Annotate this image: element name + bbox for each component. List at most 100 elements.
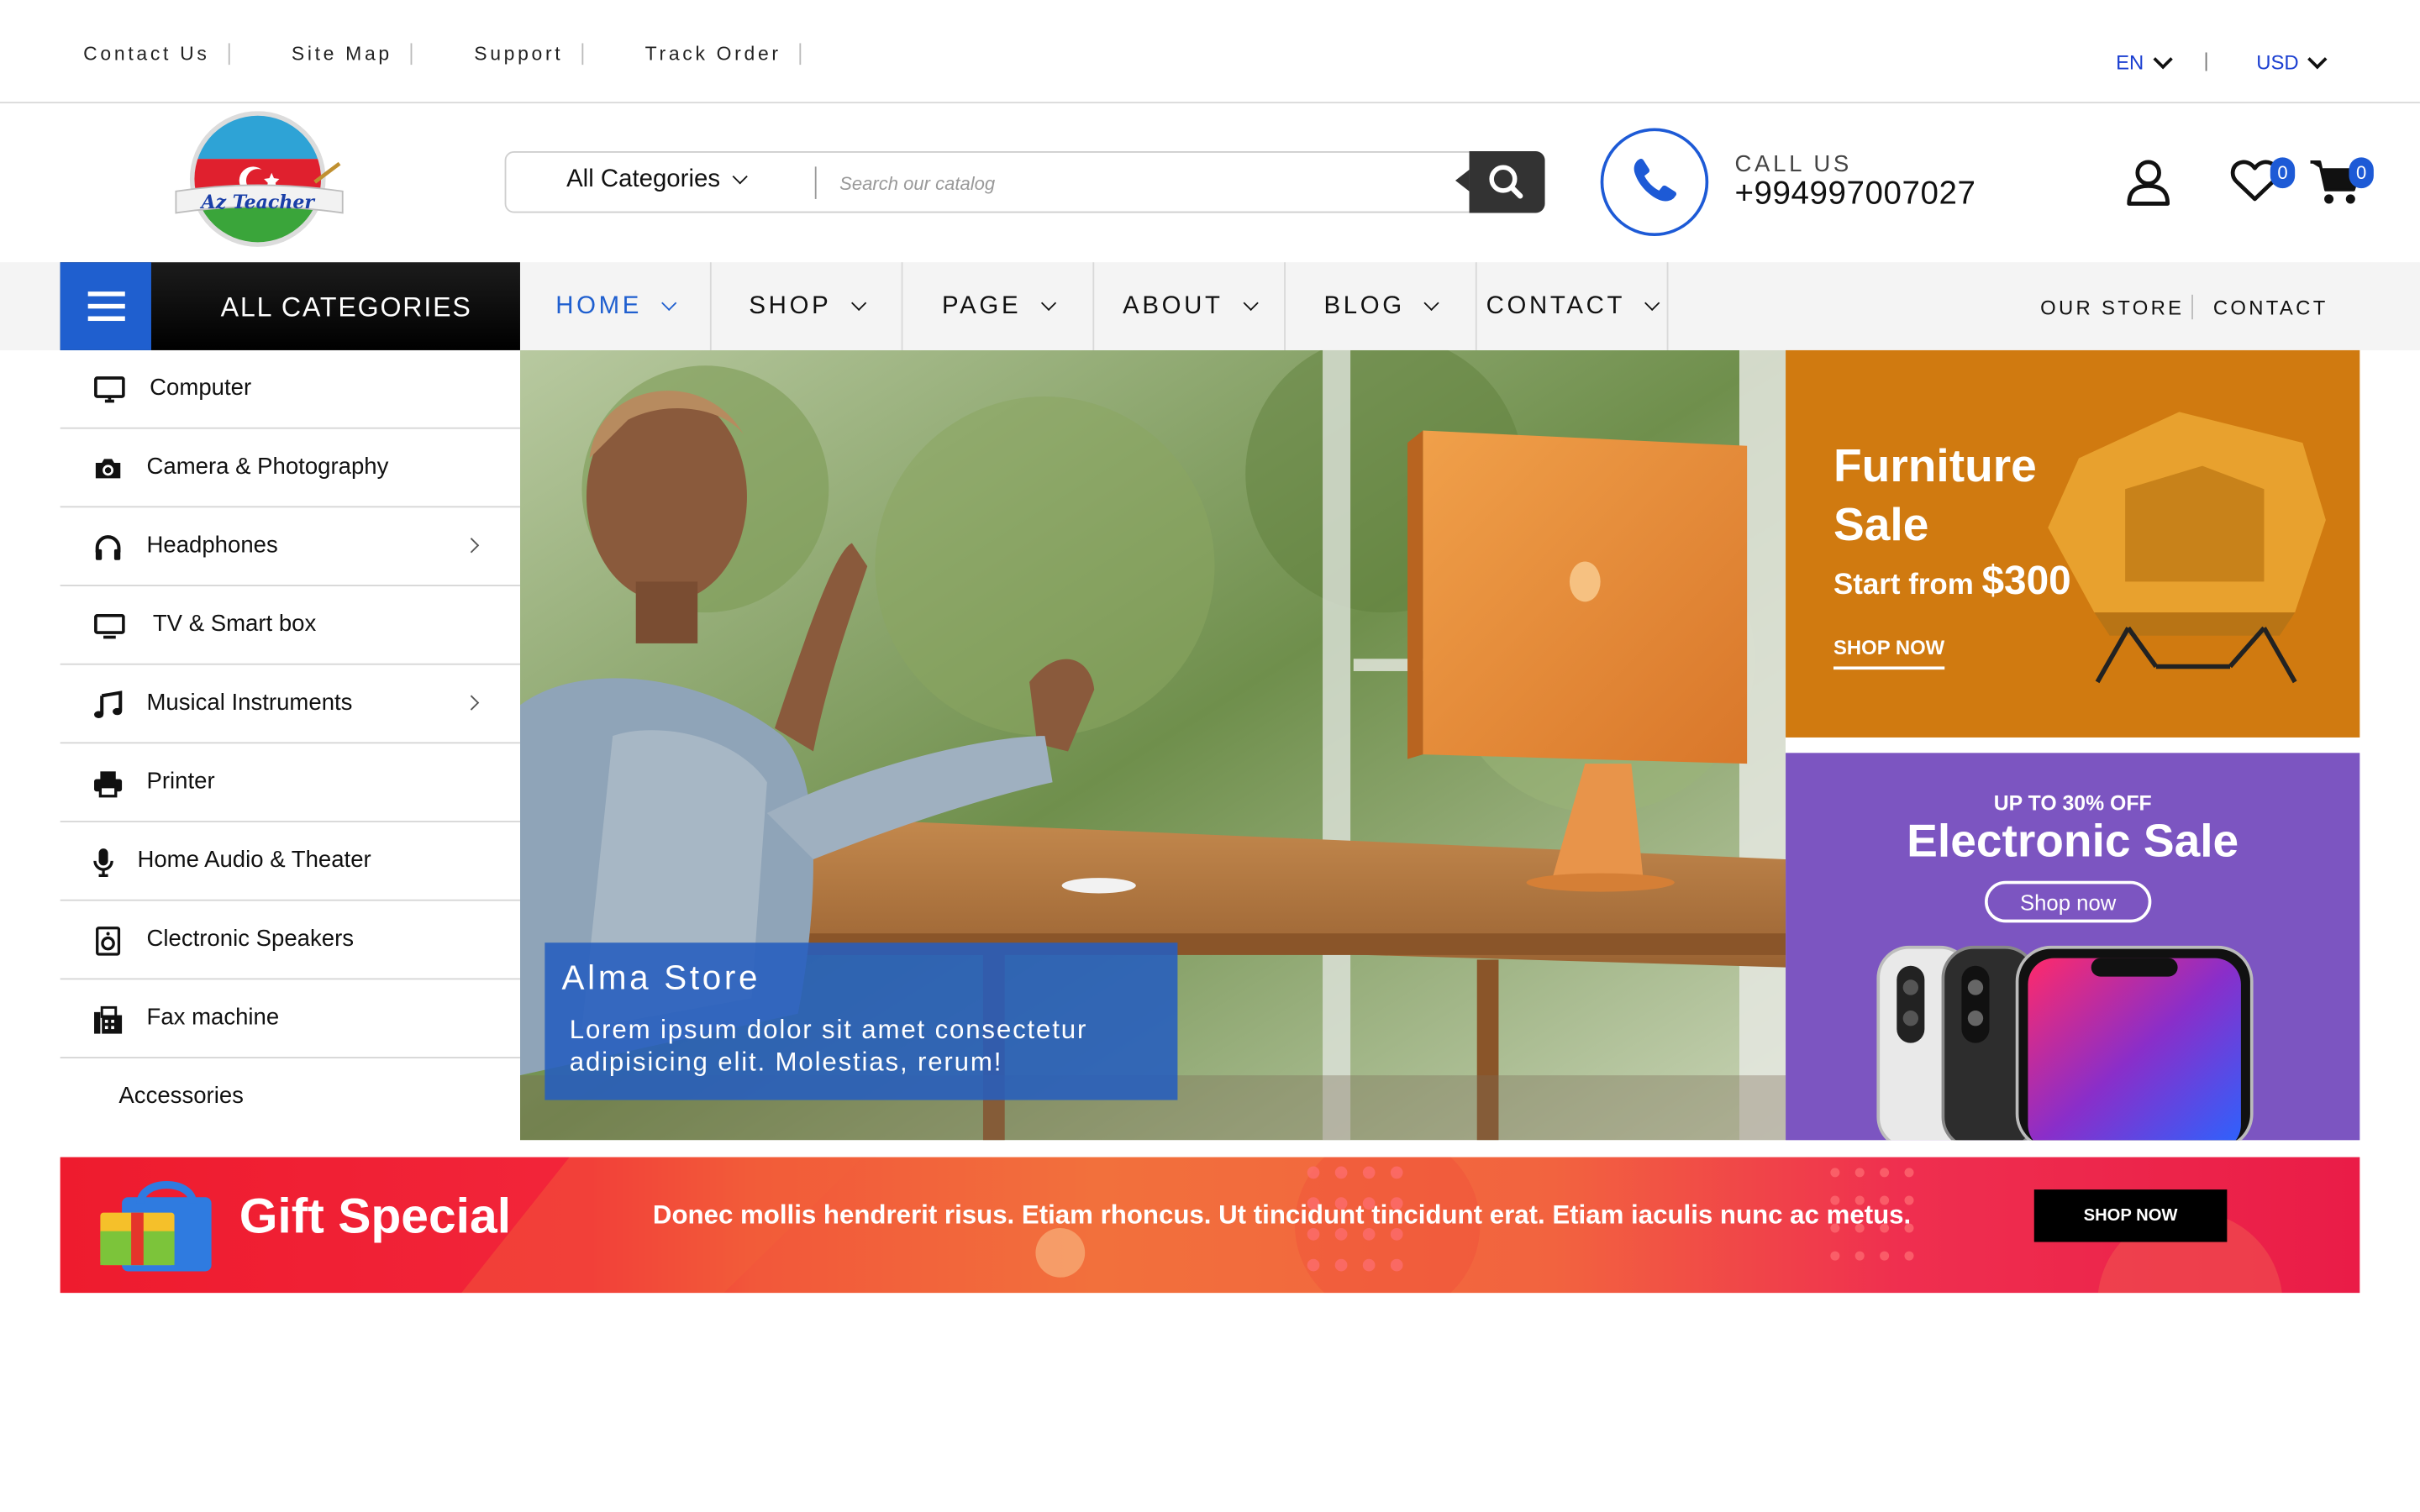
furniture-subtitle: Start from $300 — [1833, 557, 2071, 605]
all-categories-toggle[interactable]: ALL CATEGORIES — [60, 262, 520, 350]
electronic-kicker: UP TO 30% OFF — [1993, 791, 2152, 815]
electronic-shop-now-button[interactable]: Shop now — [1984, 880, 2152, 923]
hamburger-menu-icon — [60, 262, 151, 350]
category-item-camera[interactable]: Camera & Photography — [60, 429, 520, 508]
nav-item-about[interactable]: ABOUT — [1094, 262, 1286, 350]
site-map-link[interactable]: Site Map — [292, 43, 392, 65]
nav-item-page[interactable]: PAGE — [902, 262, 1095, 350]
category-item-accessories[interactable]: Accessories — [60, 1058, 520, 1137]
monitor-icon — [94, 376, 125, 403]
contact-link[interactable]: CONTACT — [2213, 297, 2328, 320]
chevron-right-icon — [464, 538, 480, 554]
nav-item-label: SHOP — [749, 292, 832, 319]
nav-item-blog[interactable]: BLOG — [1286, 262, 1477, 350]
category-label: Camera & Photography — [146, 453, 389, 480]
nav-item-label: BLOG — [1323, 292, 1405, 319]
category-item-computer[interactable]: Computer — [60, 350, 520, 429]
wishlist-button[interactable]: 0 — [2230, 157, 2296, 211]
all-categories-label: ALL CATEGORIES — [220, 291, 472, 323]
chevron-down-icon — [661, 294, 677, 311]
nav-item-label: HOME — [555, 292, 643, 319]
cart-count-badge: 0 — [2349, 157, 2374, 189]
nav-item-home[interactable]: HOME — [520, 262, 712, 350]
divider — [581, 43, 584, 66]
printer-icon — [94, 771, 123, 798]
category-label: Computer — [150, 375, 252, 402]
music-note-icon — [94, 690, 123, 718]
category-sidebar: Computer Camera & Photography Headphones… — [60, 350, 520, 1137]
contact-us-link[interactable]: Contact Us — [83, 43, 209, 65]
category-label: Musical Instruments — [146, 690, 353, 717]
hero-title: Alma Store — [561, 958, 761, 997]
logo-graphic: Az Teacher — [175, 111, 344, 247]
our-store-link[interactable]: OUR STORE — [2040, 297, 2184, 320]
cart-button[interactable]: 0 — [2309, 157, 2374, 214]
category-item-tv[interactable]: TV & Smart box — [60, 586, 520, 665]
account-button[interactable] — [2123, 157, 2173, 214]
divider — [228, 43, 230, 66]
site-logo[interactable]: Az Teacher — [160, 111, 355, 249]
nav-item-label: ABOUT — [1123, 292, 1223, 319]
user-icon — [2127, 160, 2170, 206]
category-label: Home Audio & Theater — [137, 847, 371, 874]
furniture-title-line: Sale — [1833, 500, 1929, 551]
smartphones-image — [1876, 945, 2254, 1141]
support-link[interactable]: Support — [474, 43, 563, 65]
search-button[interactable] — [1455, 150, 1545, 213]
category-item-headphones[interactable]: Headphones — [60, 507, 520, 586]
speaker-icon — [96, 927, 121, 956]
electronic-sale-banner[interactable]: UP TO 30% OFF Electronic Sale Shop now — [1786, 753, 2360, 1141]
top-links: Contact Us Site Map Support Track Order — [83, 43, 802, 66]
furniture-subtitle-text: Start from — [1833, 569, 1974, 602]
headphones-icon — [95, 535, 121, 560]
gift-special-banner[interactable]: Gift Special Donec mollis hendrerit risu… — [60, 1157, 2360, 1294]
chevron-down-icon — [1644, 294, 1660, 311]
armchair-image — [2048, 412, 2326, 684]
phone-number[interactable]: +994997007027 — [1734, 176, 1975, 213]
electronic-title: Electronic Sale — [1907, 816, 2239, 868]
gift-title: Gift Special — [239, 1188, 512, 1244]
furniture-shop-now-link[interactable]: SHOP NOW — [1833, 636, 1945, 670]
gift-text: Donec mollis hendrerit risus. Etiam rhon… — [652, 1200, 1912, 1230]
category-item-fax[interactable]: Fax machine — [60, 979, 520, 1058]
svg-text:Az Teacher: Az Teacher — [199, 192, 315, 213]
track-order-link[interactable]: Track Order — [645, 43, 781, 65]
category-select[interactable]: All Categories — [566, 166, 748, 194]
tv-icon — [94, 614, 125, 639]
category-item-musical-instruments[interactable]: Musical Instruments — [60, 665, 520, 744]
nav-item-contact[interactable]: CONTACT — [1477, 262, 1669, 350]
phone-badge — [1600, 128, 1709, 237]
category-label: TV & Smart box — [152, 611, 317, 638]
nav-item-shop[interactable]: SHOP — [712, 262, 903, 350]
gift-shop-now-button[interactable]: SHOP NOW — [2033, 1189, 2228, 1242]
chevron-down-icon — [2153, 49, 2173, 69]
wishlist-count-badge: 0 — [2270, 157, 2296, 189]
call-us-label: CALL US — [1734, 150, 1853, 178]
hero-caption: Alma Store Lorem ipsum dolor sit amet co… — [544, 942, 1178, 1100]
currency-value: USD — [2256, 50, 2299, 75]
category-item-printer[interactable]: Printer — [60, 743, 520, 822]
language-select[interactable]: EN — [2116, 49, 2173, 74]
hero-text: Lorem ipsum dolor sit amet consectetur a… — [569, 1015, 1088, 1078]
category-item-home-audio[interactable]: Home Audio & Theater — [60, 822, 520, 901]
camera-icon — [95, 459, 121, 479]
currency-select[interactable]: USD — [2256, 49, 2328, 75]
category-label: Accessories — [118, 1083, 244, 1110]
furniture-title-line: Furniture — [1833, 441, 2037, 492]
nav-item-label: PAGE — [942, 292, 1022, 319]
search-divider — [814, 166, 817, 199]
furniture-sale-banner[interactable]: Furniture Sale Start from $300 SHOP NOW — [1786, 349, 2360, 738]
fax-icon — [94, 1005, 123, 1034]
divider — [2205, 52, 2207, 71]
category-label: Fax machine — [146, 1004, 280, 1031]
search-input[interactable] — [836, 159, 1460, 208]
divider — [799, 43, 802, 66]
furniture-title: Furniture Sale — [1833, 438, 2037, 556]
microphone-icon — [93, 848, 113, 877]
main-nav: HOME SHOP PAGE ABOUT BLOG CONTACT — [520, 262, 1669, 350]
top-bar: Contact Us Site Map Support Track Order … — [0, 0, 2420, 104]
category-item-speakers[interactable]: Clectronic Speakers — [60, 901, 520, 980]
chevron-down-icon — [731, 169, 748, 185]
divider — [410, 43, 413, 66]
chevron-down-icon — [850, 294, 866, 311]
